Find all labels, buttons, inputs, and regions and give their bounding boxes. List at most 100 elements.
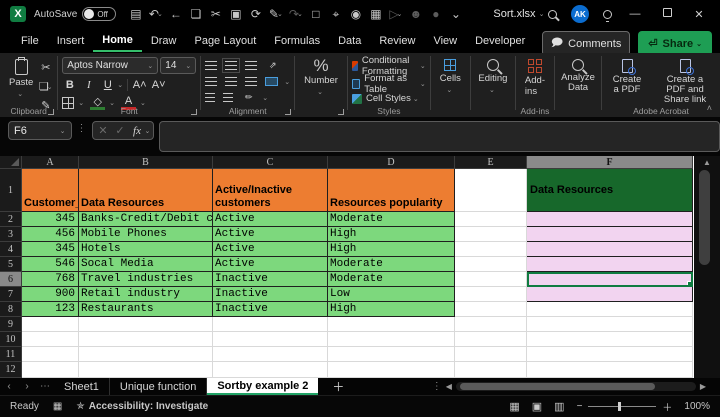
cell-e7[interactable]: [455, 287, 527, 302]
cell-b3[interactable]: Mobile Phones: [79, 227, 213, 242]
cell-b5[interactable]: Socal Media: [79, 257, 213, 272]
align-bottom-icon[interactable]: [245, 61, 257, 70]
cell-e8[interactable]: [455, 302, 527, 317]
horizontal-scroll-thumb[interactable]: [460, 383, 655, 390]
cell-a6[interactable]: 768: [22, 272, 79, 287]
cell-c8[interactable]: Inactive: [213, 302, 328, 317]
tab-developer[interactable]: Developer: [466, 31, 534, 51]
cell-d7[interactable]: Low: [328, 287, 455, 302]
qat-customize-chevron[interactable]: ⌄: [446, 4, 465, 24]
cell-a7[interactable]: 900: [22, 287, 79, 302]
cell-c4[interactable]: Active: [213, 242, 328, 257]
autosave-toggle[interactable]: Off: [82, 7, 116, 21]
align-top-icon[interactable]: [205, 61, 217, 70]
cell-c5[interactable]: Active: [213, 257, 328, 272]
zoom-out-button[interactable]: −: [577, 401, 583, 412]
row-header-3[interactable]: 3: [0, 227, 22, 242]
name-box[interactable]: F6 ⌄: [8, 121, 72, 140]
collapse-ribbon-chevron[interactable]: ˄: [707, 103, 712, 113]
decrease-indent-icon[interactable]: [205, 93, 215, 102]
create-pdf-button[interactable]: Create a PDF: [606, 57, 648, 97]
cancel-icon[interactable]: ✕: [96, 123, 111, 138]
create-pdf-share-button[interactable]: Create a PDF and Share link: [654, 57, 716, 107]
cell-e2[interactable]: [455, 212, 527, 227]
cell-b6[interactable]: Travel industries: [79, 272, 213, 287]
addins-button[interactable]: Add-ins: [520, 57, 550, 99]
underline-button[interactable]: U: [100, 77, 115, 92]
search-icon[interactable]: [548, 10, 557, 19]
tab-file[interactable]: File: [12, 31, 48, 51]
cell-b1[interactable]: Data Resources: [79, 169, 213, 212]
sheet-next-icon[interactable]: ›: [18, 381, 36, 392]
cell-b8[interactable]: Restaurants: [79, 302, 213, 317]
conditional-formatting-button[interactable]: Conditional Formatting ⌄: [352, 57, 426, 74]
redo-icon[interactable]: ↷⌄: [286, 4, 305, 24]
cell-d5[interactable]: Moderate: [328, 257, 455, 272]
autosave-control[interactable]: AutoSave Off: [34, 7, 116, 21]
tab-home[interactable]: Home: [93, 30, 142, 52]
tab-page-layout[interactable]: Page Layout: [185, 31, 265, 51]
increase-font-button[interactable]: A˄: [132, 77, 147, 92]
play-macro-icon[interactable]: ▷⌄: [386, 4, 405, 24]
font-size-select[interactable]: 14 ⌄: [160, 57, 196, 74]
close-button[interactable]: ✕: [690, 8, 708, 21]
align-center-icon[interactable]: [225, 77, 237, 86]
cell-d4[interactable]: High: [328, 242, 455, 257]
avatar[interactable]: AK: [571, 5, 589, 23]
cell-f4[interactable]: [527, 242, 693, 257]
row-header-11[interactable]: 11: [0, 347, 22, 362]
row-header-12[interactable]: 12: [0, 362, 22, 378]
save-icon[interactable]: ▤: [126, 4, 145, 24]
cell-f6-selected[interactable]: [527, 272, 693, 287]
alignment-dialog-launcher[interactable]: [285, 109, 291, 115]
minimize-button[interactable]: —: [626, 8, 644, 20]
merge-center-icon[interactable]: [265, 77, 278, 86]
insert-function-icon[interactable]: fx: [130, 123, 145, 138]
horizontal-scrollbar[interactable]: ⋮ ◀ ▶: [432, 381, 706, 392]
orientation-icon[interactable]: ⇗: [265, 58, 280, 73]
undo-icon[interactable]: ↶⌄: [146, 4, 165, 24]
col-header-f[interactable]: F: [527, 156, 693, 169]
sheet-tab-sheet1[interactable]: Sheet1: [54, 378, 110, 395]
col-header-b[interactable]: B: [79, 156, 213, 169]
cell-c7[interactable]: Inactive: [213, 287, 328, 302]
row-header-9[interactable]: 9: [0, 317, 22, 332]
cell-b2[interactable]: Banks-Credit/Debit car: [79, 212, 213, 227]
cut-button[interactable]: ✂: [38, 60, 53, 75]
sheet-list-icon[interactable]: ⋯: [36, 381, 54, 392]
cell-f1[interactable]: Data Resources: [527, 169, 693, 212]
picture-icon[interactable]: ▣: [226, 4, 245, 24]
cells-button[interactable]: Cells ⌄: [435, 57, 466, 96]
back-arrow-icon[interactable]: ←: [166, 4, 185, 24]
cell-styles-button[interactable]: Cell Styles ⌄: [352, 93, 419, 104]
cell-f8[interactable]: [527, 302, 693, 317]
sheet-prev-icon[interactable]: ‹: [0, 381, 18, 392]
cell-a4[interactable]: 345: [22, 242, 79, 257]
cell-a8[interactable]: 123: [22, 302, 79, 317]
cell-f5[interactable]: [527, 257, 693, 272]
vertical-scroll-thumb[interactable]: [699, 170, 710, 265]
cell-c3[interactable]: Active: [213, 227, 328, 242]
page-layout-view-icon[interactable]: ▣: [532, 400, 542, 413]
analyze-data-button[interactable]: Analyze Data: [556, 57, 600, 95]
macro-record-icon[interactable]: ▦: [53, 401, 62, 412]
col-header-a[interactable]: A: [22, 156, 79, 169]
zoom-track[interactable]: [588, 406, 656, 407]
cell-e5[interactable]: [455, 257, 527, 272]
scroll-up-icon[interactable]: ▲: [694, 156, 720, 167]
number-dialog-launcher[interactable]: [338, 109, 344, 115]
bold-button[interactable]: B: [62, 77, 77, 92]
cell-b4[interactable]: Hotels: [79, 242, 213, 257]
decrease-font-button[interactable]: A˅: [151, 77, 166, 92]
col-header-c[interactable]: C: [213, 156, 328, 169]
zoom-thumb[interactable]: [618, 402, 621, 411]
format-painter-icon[interactable]: ✎⌄: [266, 4, 285, 24]
cell-a3[interactable]: 456: [22, 227, 79, 242]
cell-d1[interactable]: Resources popularity: [328, 169, 455, 212]
row-header-2[interactable]: 2: [0, 212, 22, 227]
cell-d6[interactable]: Moderate: [328, 272, 455, 287]
italic-button[interactable]: I: [81, 77, 96, 92]
cell-d3[interactable]: High: [328, 227, 455, 242]
normal-view-icon[interactable]: ▦: [509, 400, 519, 413]
formula-input[interactable]: [159, 121, 720, 152]
